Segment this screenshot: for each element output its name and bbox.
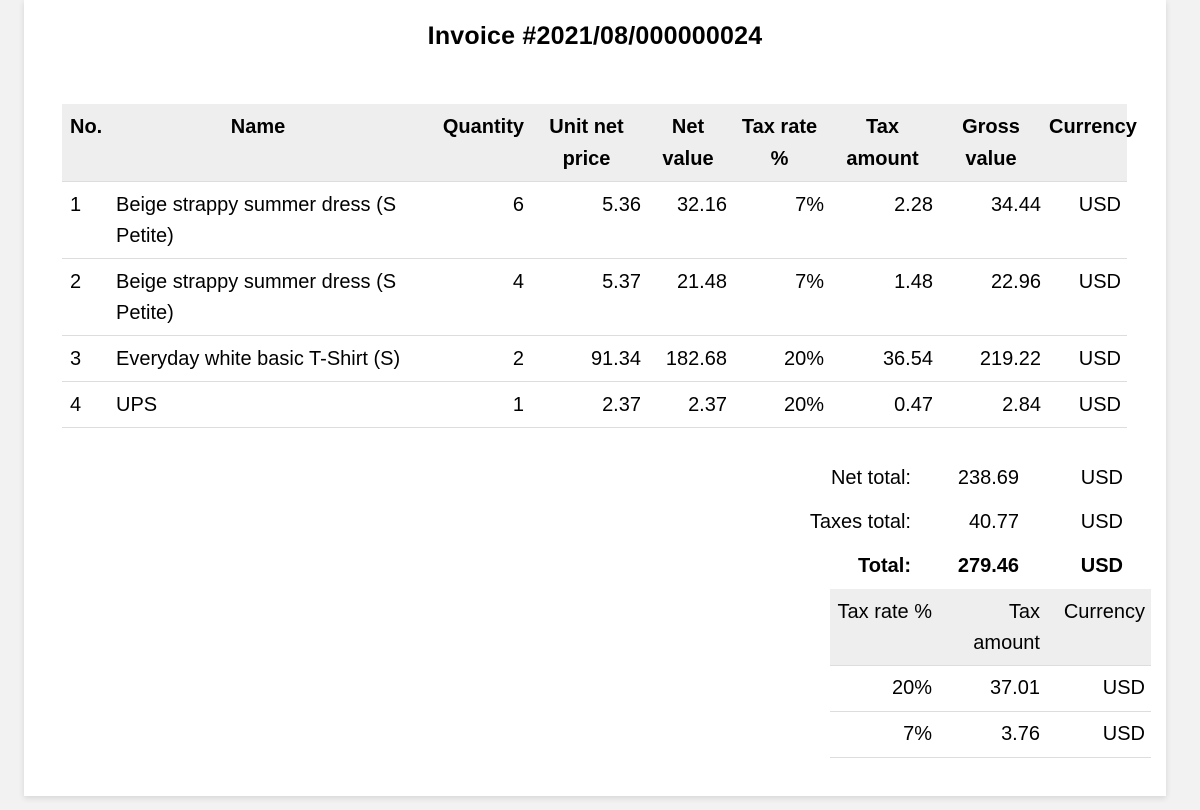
- header-net-value: Net value: [645, 104, 731, 182]
- tax-summary-currency: USD: [1046, 711, 1151, 758]
- item-gross-value: 22.96: [937, 258, 1045, 336]
- item-name: Beige strappy summer dress (S Petite): [108, 258, 408, 336]
- item-unit-net-price: 5.37: [528, 258, 645, 336]
- tax-summary-rate: 20%: [830, 665, 938, 712]
- item-unit-net-price: 2.37: [528, 381, 645, 428]
- table-row: 1 Beige strappy summer dress (S Petite) …: [62, 181, 1127, 259]
- item-unit-net-price: 5.36: [528, 181, 645, 259]
- header-name: Name: [108, 104, 408, 182]
- item-tax-rate: 20%: [731, 335, 828, 382]
- item-gross-value: 2.84: [937, 381, 1045, 428]
- grand-total-row: Total: 279.46 USD: [794, 546, 1129, 590]
- item-tax-amount: 0.47: [828, 381, 937, 428]
- item-no: 2: [62, 258, 108, 336]
- item-net-value: 2.37: [645, 381, 731, 428]
- item-quantity: 1: [408, 381, 528, 428]
- grand-total-currency: USD: [1080, 555, 1123, 577]
- grand-total-label: Total:: [858, 555, 911, 577]
- item-quantity: 6: [408, 181, 528, 259]
- tax-summary-header-amount: Tax amount: [938, 589, 1046, 666]
- item-name: Everyday white basic T-Shirt (S): [108, 335, 408, 382]
- tax-summary-header-rate: Tax rate %: [830, 589, 938, 666]
- item-gross-value: 219.22: [937, 335, 1045, 382]
- net-total-currency: USD: [1080, 467, 1123, 489]
- item-gross-value: 34.44: [937, 181, 1045, 259]
- taxes-total-row: Taxes total: 40.77 USD: [794, 502, 1129, 546]
- item-tax-amount: 36.54: [828, 335, 937, 382]
- tax-summary-amount: 3.76: [938, 711, 1046, 758]
- table-row: 4 UPS 1 2.37 2.37 20% 0.47 2.84 USD: [62, 381, 1127, 428]
- tax-summary-header-currency: Currency: [1046, 589, 1151, 666]
- header-tax-amount: Tax amount: [828, 104, 937, 182]
- item-unit-net-price: 91.34: [528, 335, 645, 382]
- net-total-value: 238.69: [957, 467, 1019, 489]
- item-no: 3: [62, 335, 108, 382]
- item-no: 4: [62, 381, 108, 428]
- item-quantity: 2: [408, 335, 528, 382]
- item-no: 1: [62, 181, 108, 259]
- invoice-items-table: No. Name Quantity Unit net price Net val…: [62, 104, 1137, 428]
- item-net-value: 32.16: [645, 181, 731, 259]
- item-currency: USD: [1045, 335, 1127, 382]
- tax-summary-rate: 7%: [830, 711, 938, 758]
- items-header-row: No. Name Quantity Unit net price Net val…: [62, 104, 1137, 182]
- item-currency: USD: [1045, 181, 1127, 259]
- header-unit-net-price: Unit net price: [528, 104, 645, 182]
- header-quantity: Quantity: [408, 104, 528, 182]
- tax-summary-currency: USD: [1046, 665, 1151, 712]
- taxes-total-label: Taxes total:: [809, 511, 911, 533]
- grand-total-value: 279.46: [957, 555, 1019, 577]
- header-no: No.: [62, 104, 108, 182]
- item-tax-rate: 20%: [731, 381, 828, 428]
- item-net-value: 182.68: [645, 335, 731, 382]
- item-quantity: 4: [408, 258, 528, 336]
- item-tax-amount: 1.48: [828, 258, 937, 336]
- item-tax-rate: 7%: [731, 258, 828, 336]
- header-gross-value: Gross value: [937, 104, 1045, 182]
- table-row: 3 Everyday white basic T-Shirt (S) 2 91.…: [62, 335, 1127, 382]
- invoice-totals: Net total: 238.69 USD Taxes total: 40.77…: [794, 458, 1129, 590]
- item-name: UPS: [108, 381, 408, 428]
- item-tax-rate: 7%: [731, 181, 828, 259]
- taxes-total-currency: USD: [1080, 511, 1123, 533]
- item-net-value: 21.48: [645, 258, 731, 336]
- net-total-row: Net total: 238.69 USD: [794, 458, 1129, 502]
- tax-summary-amount: 37.01: [938, 665, 1046, 712]
- header-tax-rate: Tax rate %: [731, 104, 828, 182]
- tax-summary-header-row: Tax rate % Tax amount Currency: [830, 589, 1151, 666]
- item-name: Beige strappy summer dress (S Petite): [108, 181, 408, 259]
- item-tax-amount: 2.28: [828, 181, 937, 259]
- taxes-total-value: 40.77: [968, 511, 1019, 533]
- table-row: 2 Beige strappy summer dress (S Petite) …: [62, 258, 1127, 336]
- table-row: 20% 37.01 USD: [830, 665, 1151, 712]
- item-currency: USD: [1045, 381, 1127, 428]
- header-currency: Currency: [1045, 104, 1137, 182]
- tax-summary-table: Tax rate % Tax amount Currency 20% 37.01…: [830, 589, 1151, 758]
- invoice-page: Invoice #2021/08/000000024 No. Name Quan…: [24, 0, 1166, 796]
- net-total-label: Net total:: [830, 467, 911, 489]
- table-row: 7% 3.76 USD: [830, 711, 1151, 758]
- item-currency: USD: [1045, 258, 1127, 336]
- invoice-title: Invoice #2021/08/000000024: [427, 22, 763, 50]
